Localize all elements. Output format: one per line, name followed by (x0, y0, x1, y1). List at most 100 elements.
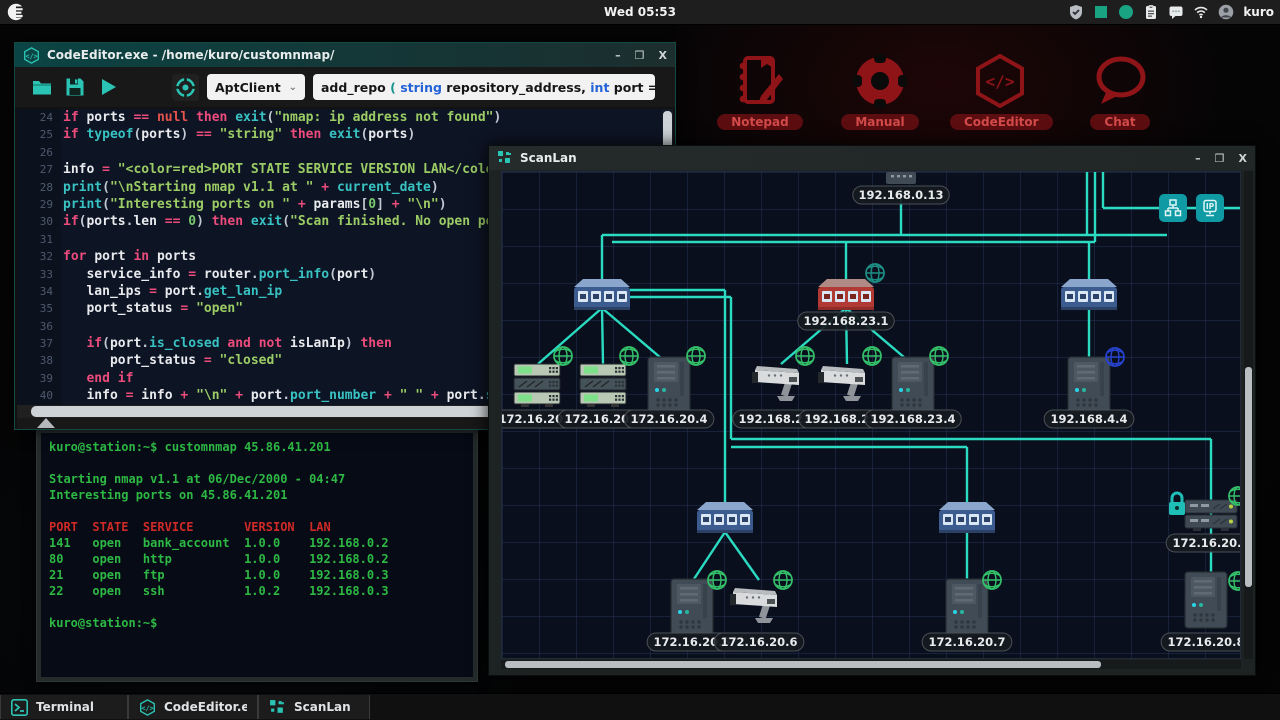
green-circle-icon[interactable] (1118, 4, 1134, 20)
taskbar-item-scanlan[interactable]: ScanLan (258, 695, 370, 719)
network-node-switch[interactable] (1061, 279, 1117, 310)
chevron-down-icon: ⌄ (289, 82, 297, 93)
codeeditor-window-icon: </> (23, 47, 40, 64)
open-file-button[interactable] (29, 75, 54, 100)
desktop-icon-codeeditor[interactable]: </>CodeEditor (950, 52, 1050, 130)
map-horizontal-scrollbar[interactable] (501, 660, 1241, 669)
taskbar-item-codeeditor[interactable]: </>CodeEditor.exe - … (128, 695, 258, 719)
network-map[interactable]: 192.168.0.13192.168.23.1172.16.20.2172.1… (501, 171, 1241, 659)
terminal-output[interactable]: kuro@station:~$ customnmap 45.86.41.201 … (41, 433, 473, 677)
lock-icon (1169, 493, 1185, 515)
expand-panel-arrow[interactable] (37, 418, 55, 428)
internet-globe-icon (708, 571, 726, 589)
desktop-icon-label: Manual (841, 114, 918, 130)
ip-label[interactable]: 172.16.20.7 (922, 633, 1012, 651)
terminal-line (49, 503, 465, 519)
maximize-button[interactable]: ❒ (635, 49, 645, 62)
network-node-stub[interactable] (886, 172, 916, 184)
svg-text:192.168.23.1: 192.168.23.1 (803, 314, 888, 328)
save-file-button[interactable] (62, 75, 87, 100)
os-logo-icon[interactable] (7, 2, 27, 22)
chat-bubble-icon[interactable] (1168, 4, 1184, 20)
api-browser-button[interactable] (172, 74, 199, 101)
network-node-tower[interactable] (1185, 572, 1227, 628)
close-button[interactable]: X (659, 49, 667, 62)
ip-label[interactable]: 172.16.20.6 (714, 633, 804, 651)
internet-globe-icon (687, 347, 705, 365)
terminal-icon (11, 699, 28, 716)
scanlan-title: ScanLan (520, 151, 1188, 165)
shield-icon[interactable] (1068, 4, 1084, 20)
network-node-rack-dark[interactable] (1185, 500, 1237, 531)
network-node-camera[interactable] (752, 366, 799, 401)
desktop-icon-notepad[interactable]: Notepad (710, 52, 810, 130)
network-node-tower[interactable] (671, 579, 713, 635)
network-link (602, 308, 603, 364)
method-signature-dropdown[interactable]: add_repo ( string repository_address, in… (313, 74, 655, 100)
internet-globe-icon (1106, 348, 1124, 366)
internet-globe-icon (796, 347, 814, 365)
svg-text:172.16.20.8: 172.16.20.8 (1167, 635, 1241, 649)
ip-label[interactable]: 172.16.20.8 (1161, 633, 1241, 651)
maximize-button[interactable]: ❒ (1215, 152, 1225, 165)
desktop-icon-label: Chat (1090, 114, 1149, 130)
network-node-tower[interactable] (892, 357, 934, 413)
ip-label[interactable]: 192.168.23.1 (798, 312, 894, 330)
ip-tools-button[interactable]: IP (1196, 194, 1224, 222)
map-vertical-scrollbar[interactable] (1244, 171, 1253, 659)
network-node-rack-green[interactable] (514, 364, 560, 407)
terminal-line: 22 open ssh 1.0.2 192.168.0.3 (49, 583, 465, 599)
terminal-line: Interesting ports on 45.86.41.201 (49, 487, 465, 503)
desktop-icon-manual[interactable]: Manual (830, 52, 930, 130)
code-editor-title: CodeEditor.exe - /home/kuro/customnmap/ (47, 48, 608, 62)
code-line[interactable]: 24if ports == null then exit("nmap: ip a… (17, 109, 673, 126)
code-editor-titlebar[interactable]: </> CodeEditor.exe - /home/kuro/customnm… (15, 43, 675, 67)
ip-label[interactable]: 172.16.20.4 (624, 410, 714, 428)
ip-label[interactable]: 192.168.0.13 (853, 186, 949, 204)
avatar-icon[interactable] (1218, 4, 1234, 20)
network-node-switch[interactable] (697, 502, 753, 533)
network-node-tower[interactable] (1068, 357, 1110, 413)
codeeditor-icon: </> (971, 52, 1029, 110)
ip-label[interactable]: 172.16.20.1 (1166, 534, 1241, 552)
taskbar-item-label: ScanLan (294, 700, 351, 714)
desktop-icon-label: Notepad (717, 114, 802, 130)
network-node-switch-red[interactable] (818, 279, 874, 310)
network-node-rack-green[interactable] (580, 364, 626, 407)
network-node-tower[interactable] (648, 357, 690, 413)
taskbar-item-label: Terminal (36, 700, 94, 714)
wifi-icon[interactable] (1193, 4, 1209, 20)
network-map-button[interactable] (1159, 194, 1187, 222)
internet-globe-icon (774, 571, 792, 589)
svg-text:</>: </> (141, 704, 153, 712)
run-script-button[interactable] (95, 75, 120, 100)
terminal-line: 21 open ftp 1.0.0 192.168.0.3 (49, 567, 465, 583)
code-editor-toolbar: AptClient⌄ add_repo ( string repository_… (15, 67, 675, 107)
green-square-icon[interactable] (1093, 4, 1109, 20)
terminal-line: Starting nmap v1.1 at 06/Dec/2000 - 04:4… (49, 471, 465, 487)
minimize-button[interactable]: – (615, 49, 621, 62)
class-selector-dropdown[interactable]: AptClient⌄ (207, 74, 305, 100)
terminal-line: 80 open http 1.0.0 192.168.0.2 (49, 551, 465, 567)
terminal-line: 141 open bank_account 1.0.0 192.168.0.2 (49, 535, 465, 551)
desktop-icon-chat[interactable]: Chat (1070, 52, 1170, 130)
network-node-switch[interactable] (574, 279, 630, 310)
code-line[interactable]: 25if typeof(ports) == "string" then exit… (17, 126, 673, 143)
scanlan-window-icon (497, 150, 513, 166)
internet-globe-icon (620, 347, 638, 365)
network-node-tower[interactable] (946, 579, 988, 635)
scanlan-titlebar[interactable]: ScanLan – ❒ X (489, 146, 1255, 170)
svg-text:192.168.0.13: 192.168.0.13 (858, 188, 943, 202)
network-node-switch[interactable] (939, 502, 995, 533)
svg-text:192.168.4.4: 192.168.4.4 (1050, 412, 1127, 426)
network-node-camera[interactable] (818, 366, 865, 401)
ip-label[interactable]: 192.168.4.4 (1044, 410, 1134, 428)
taskbar-item-terminal[interactable]: Terminal (0, 695, 128, 719)
network-node-camera[interactable] (730, 588, 777, 623)
clipboard-icon[interactable] (1143, 4, 1159, 20)
internet-globe-icon (930, 347, 948, 365)
ip-label[interactable]: 192.168.23.4 (865, 410, 961, 428)
terminal-line (49, 455, 465, 471)
minimize-button[interactable]: – (1195, 152, 1201, 165)
close-button[interactable]: X (1239, 152, 1247, 165)
